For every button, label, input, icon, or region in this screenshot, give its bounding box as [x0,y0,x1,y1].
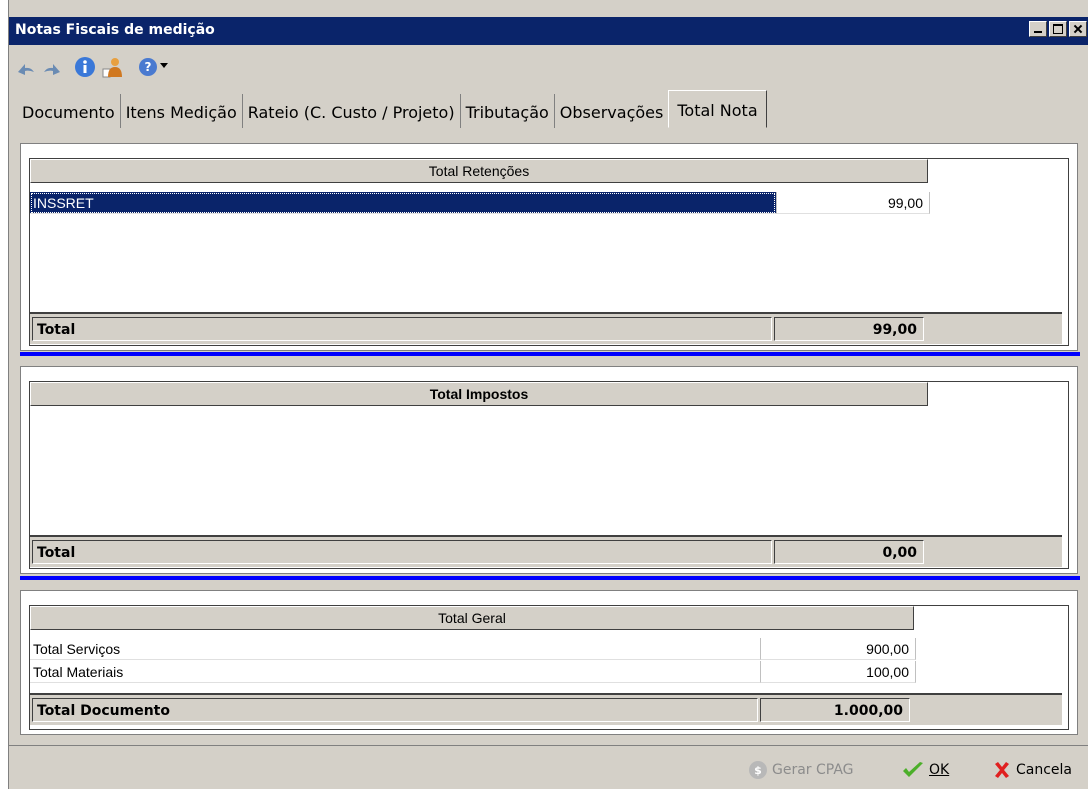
total-label: Total Documento [32,698,758,722]
impostos-total-row: Total 0,00 [30,535,1062,567]
close-button[interactable] [1069,21,1087,37]
total-value: 0,00 [774,540,924,564]
dialog-footer: $ Gerar CPAG OK Cancela [8,745,1088,790]
svg-text:?: ? [145,60,152,74]
title-bar[interactable]: Notas Fiscais de medição [9,17,1088,45]
tab-rateio[interactable]: Rateio (C. Custo / Projeto) [243,94,461,128]
table-row[interactable]: Total Serviços 900,00 [30,638,916,660]
table-row[interactable]: INSSRET 99,00 [30,192,930,214]
row-name: Total Materiais [30,661,760,683]
row-value[interactable]: 99,00 [776,192,930,214]
toolbar: ? [9,48,1088,88]
row-name[interactable]: INSSRET [30,192,776,214]
geral-total-row: Total Documento 1.000,00 [30,693,1062,725]
geral-panel: Total Geral Total Serviços 900,00 Total … [20,590,1078,735]
retencoes-total-row: Total 99,00 [30,312,1062,344]
tab-documento[interactable]: Documento [17,94,121,128]
chevron-down-icon[interactable] [159,60,169,70]
tab-bar: Documento Itens Medição Rateio (C. Custo… [17,90,767,130]
checkmark-icon [903,762,923,777]
total-label: Total [32,540,772,564]
undo-icon[interactable] [15,56,37,78]
cancel-label: Cancela [1016,762,1073,778]
tab-observacoes[interactable]: Observações [555,94,669,128]
total-label: Total [32,317,772,341]
user-icon[interactable] [102,56,124,78]
impostos-header: Total Impostos [30,382,928,406]
gerar-cpag-label: Gerar CPAG [772,762,854,778]
row-value: 100,00 [760,661,916,683]
tab-tributacao[interactable]: Tributação [461,94,555,128]
separator [20,576,1080,580]
svg-text:$: $ [754,764,762,777]
info-icon[interactable] [74,56,96,78]
cancel-button[interactable]: Cancela [992,758,1072,782]
row-value: 900,00 [760,638,916,660]
help-icon[interactable]: ? [137,56,159,78]
total-value: 1.000,00 [760,698,910,722]
tab-itens-medicao[interactable]: Itens Medição [121,94,243,128]
ok-label: OK [929,762,950,778]
ok-button[interactable]: OK [901,758,949,782]
maximize-button[interactable] [1049,21,1067,37]
tab-total-nota[interactable]: Total Nota [668,90,767,128]
separator [20,352,1080,356]
retencoes-panel: Total Retenções INSSRET 99,00 Total 99,0… [20,143,1078,351]
total-value: 99,00 [774,317,924,341]
money-icon: $ [749,761,767,779]
gerar-cpag-button[interactable]: $ Gerar CPAG [748,758,854,782]
row-name: Total Serviços [30,638,760,660]
minimize-button[interactable] [1029,21,1047,37]
geral-header: Total Geral [30,606,914,630]
redo-icon[interactable] [41,56,63,78]
impostos-panel: Total Impostos Total 0,00 [20,366,1078,574]
retencoes-header: Total Retenções [30,159,928,183]
table-row[interactable]: Total Materiais 100,00 [30,661,916,683]
close-icon [995,762,1009,778]
window-title: Notas Fiscais de medição [15,22,215,38]
